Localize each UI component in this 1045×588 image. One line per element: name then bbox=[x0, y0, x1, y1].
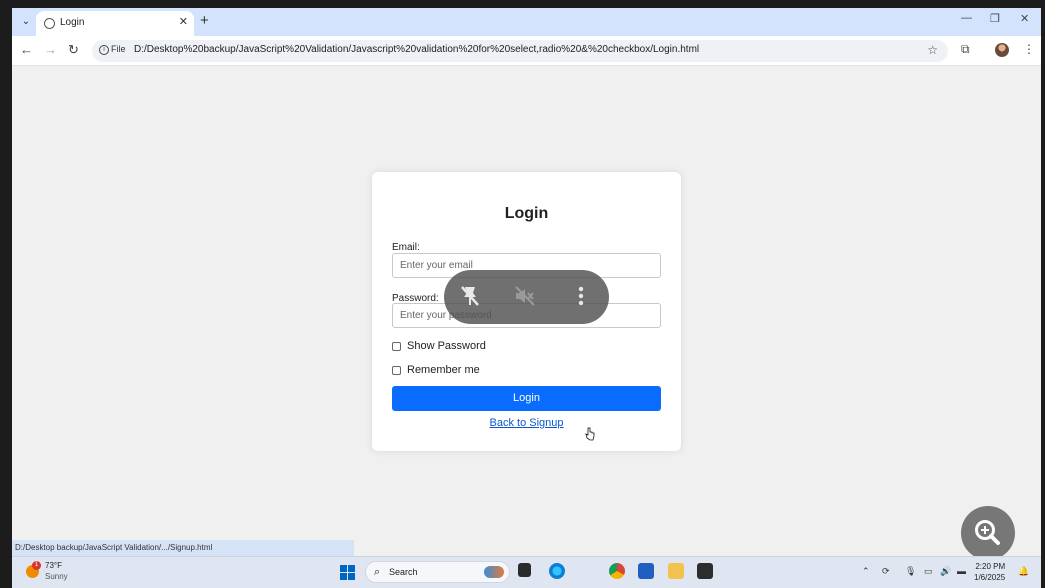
network-icon[interactable]: ▭ bbox=[924, 566, 933, 577]
show-password-checkbox[interactable] bbox=[392, 341, 401, 351]
login-button[interactable]: Login bbox=[392, 386, 661, 411]
tab-search-chevron-icon[interactable]: ⌄ bbox=[17, 13, 35, 31]
store-icon[interactable] bbox=[638, 563, 654, 579]
more-options-icon[interactable] bbox=[569, 284, 593, 308]
window-close-button[interactable]: ✕ bbox=[1020, 12, 1029, 25]
taskbar-search-label: Search bbox=[389, 567, 418, 577]
clock-time: 2:20 PM bbox=[975, 562, 1006, 571]
back-to-signup-link[interactable]: Back to Signup bbox=[372, 417, 681, 429]
tab-close-icon[interactable]: ✕ bbox=[179, 15, 188, 28]
tab-strip: ⌄ Login ✕ + — ❐ ✕ bbox=[12, 8, 1041, 36]
desktop-screen: ⌄ Login ✕ + — ❐ ✕ ← → ↻ i File D:/Deskto… bbox=[12, 8, 1041, 588]
remember-me-label[interactable]: Remember me bbox=[407, 364, 480, 376]
chrome-icon[interactable] bbox=[609, 563, 625, 579]
unpin-icon[interactable] bbox=[458, 284, 482, 308]
microphone-icon[interactable]: 🎙 bbox=[905, 566, 916, 577]
taskbar-search[interactable]: ⌕ Search bbox=[365, 561, 510, 583]
restore-button[interactable]: ❐ bbox=[990, 12, 1000, 25]
windows-start-icon[interactable] bbox=[340, 565, 355, 580]
email-label: Email: bbox=[392, 242, 420, 253]
tray-chevron-icon[interactable]: ⌃ bbox=[862, 566, 870, 577]
search-highlight-icon bbox=[484, 566, 504, 578]
taskbar: 1 73°F Sunny ⌕ Search ⌃ ⟳ 🎙 ▭ 🔊 ▬ 2:20 P… bbox=[12, 556, 1041, 588]
terminal-icon[interactable] bbox=[697, 563, 713, 579]
tab-login[interactable]: Login ✕ bbox=[36, 11, 194, 36]
clock-date: 1/6/2025 bbox=[974, 573, 1006, 582]
clock[interactable]: 2:20 PM 1/6/2025 bbox=[974, 561, 1005, 583]
remember-me-checkbox[interactable] bbox=[392, 365, 401, 375]
file-explorer-icon[interactable] bbox=[668, 563, 684, 579]
tab-title: Login bbox=[60, 17, 85, 28]
mute-icon[interactable] bbox=[513, 284, 537, 308]
media-controls-overlay bbox=[444, 270, 609, 324]
volume-icon[interactable]: 🔊 bbox=[940, 566, 951, 577]
bookmark-star-icon[interactable]: ☆ bbox=[927, 43, 938, 57]
minimize-button[interactable]: — bbox=[961, 12, 972, 24]
new-tab-button[interactable]: + bbox=[200, 12, 209, 29]
extensions-icon[interactable]: ⧉ bbox=[961, 42, 970, 57]
hand-cursor-icon bbox=[585, 427, 595, 441]
status-bar-url: D:/Desktop backup/JavaScript Validation/… bbox=[12, 540, 354, 556]
browser-toolbar: ← → ↻ i File D:/Desktop%20backup/JavaScr… bbox=[12, 36, 1041, 66]
scheme-chip: File bbox=[111, 44, 126, 54]
reload-button[interactable]: ↻ bbox=[68, 42, 79, 58]
notifications-bell-icon[interactable]: 🔔 bbox=[1018, 566, 1029, 577]
remember-me-row[interactable]: Remember me bbox=[392, 364, 480, 376]
weather-temp[interactable]: 73°F bbox=[45, 561, 62, 570]
show-password-label[interactable]: Show Password bbox=[407, 340, 486, 352]
show-password-row[interactable]: Show Password bbox=[392, 340, 486, 352]
edge-icon[interactable] bbox=[549, 563, 565, 579]
forward-button[interactable]: → bbox=[44, 42, 57, 57]
zoom-in-icon bbox=[975, 520, 1000, 545]
address-bar[interactable]: i File D:/Desktop%20backup/JavaScript%20… bbox=[92, 40, 948, 62]
url-text[interactable]: D:/Desktop%20backup/JavaScript%20Validat… bbox=[134, 44, 699, 55]
sync-icon[interactable]: ⟳ bbox=[882, 566, 890, 577]
weather-badge: 1 bbox=[32, 561, 41, 570]
globe-icon bbox=[44, 18, 55, 29]
search-icon: ⌕ bbox=[374, 566, 381, 578]
zoom-button[interactable] bbox=[961, 506, 1015, 560]
back-button[interactable]: ← bbox=[20, 42, 33, 57]
task-view-icon[interactable] bbox=[518, 563, 531, 577]
page-viewport: Login Email: Password: Show Password Rem… bbox=[12, 67, 1041, 557]
site-info-icon[interactable]: i bbox=[99, 45, 109, 55]
profile-avatar[interactable] bbox=[995, 43, 1009, 57]
battery-icon[interactable]: ▬ bbox=[957, 566, 966, 576]
menu-kebab-icon[interactable]: ⋮ bbox=[1023, 42, 1035, 56]
weather-condition[interactable]: Sunny bbox=[45, 572, 68, 581]
login-title: Login bbox=[504, 205, 549, 222]
